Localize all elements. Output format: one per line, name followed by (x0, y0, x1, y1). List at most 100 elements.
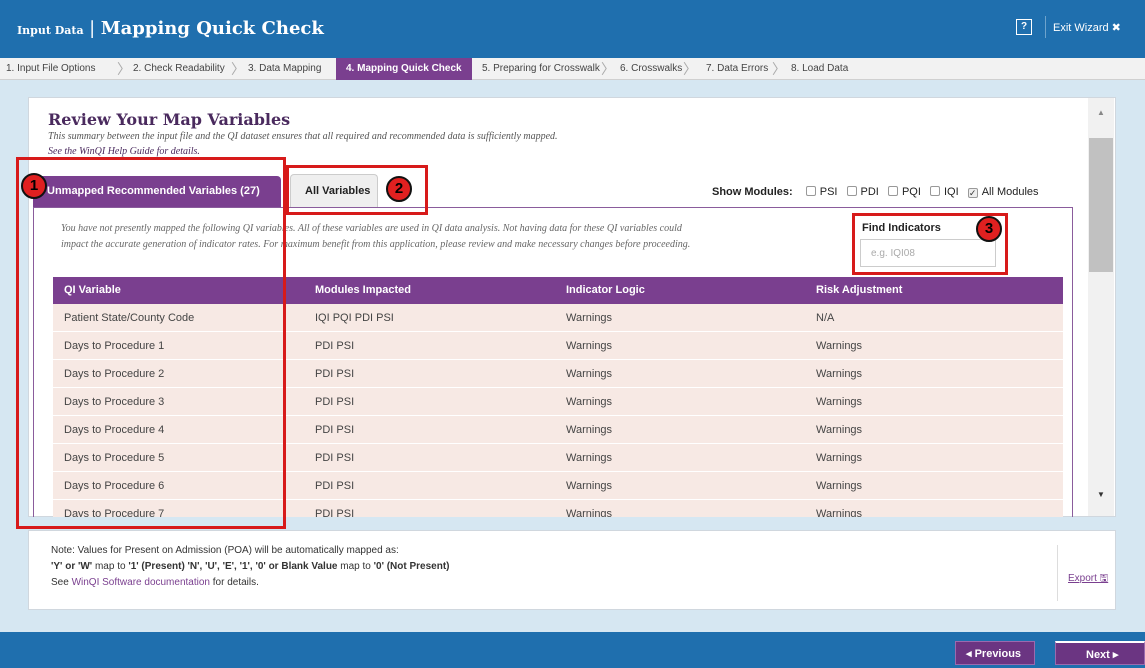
cell-qi-variable: Days to Procedure 5 (64, 452, 165, 464)
step-check-readability[interactable]: 2. Check Readability (133, 58, 225, 80)
annotation-badge-2: 2 (386, 176, 412, 202)
step-input-file-options[interactable]: 1. Input File Options (6, 58, 96, 80)
step-data-mapping[interactable]: 3. Data Mapping (248, 58, 321, 80)
table-row[interactable]: Days to Procedure 2 PDI PSI Warnings War… (53, 360, 1063, 388)
find-indicators-input[interactable] (860, 239, 996, 267)
cell-risk-adjustment: Warnings (816, 424, 863, 436)
page-title: Input Data | Mapping Quick Check (17, 18, 324, 39)
for-details-text: for details. (209, 577, 259, 588)
step-preparing-for-crosswalk[interactable]: 5. Preparing for Crosswalk (482, 58, 600, 80)
table-row[interactable]: Days to Procedure 7 PDI PSI Warnings War… (53, 500, 1063, 517)
column-header-qi-variable[interactable]: QI Variable (64, 277, 121, 304)
chevron-right-icon: 〉 (601, 61, 615, 77)
step-load-data[interactable]: 8. Load Data (791, 58, 848, 80)
cell-risk-adjustment: Warnings (816, 480, 863, 492)
previous-button[interactable]: ◂ Previous (955, 641, 1035, 665)
see-text: See (51, 577, 72, 588)
poa-present-values: '1' (Present) 'N', 'U', 'E', '1', '0' or… (128, 561, 338, 572)
notice-line-2: impact the accurate generation of indica… (61, 239, 691, 250)
chevron-right-icon: 〉 (231, 61, 245, 77)
cell-qi-variable: Days to Procedure 7 (64, 508, 165, 517)
scroll-up-icon[interactable]: ▲ (1097, 108, 1105, 117)
scroll-down-icon[interactable]: ▼ (1097, 490, 1105, 499)
table-row[interactable]: Days to Procedure 1 PDI PSI Warnings War… (53, 332, 1063, 360)
chevron-right-icon: 〉 (683, 61, 697, 77)
checkbox-iqi[interactable] (929, 186, 940, 196)
cell-qi-variable: Days to Procedure 4 (64, 424, 165, 436)
software-documentation-link[interactable]: WinQI Software documentation (72, 577, 210, 588)
checkbox-pdi[interactable] (846, 186, 857, 196)
poa-not-present-value: '0' (Not Present) (373, 561, 450, 572)
table-header: QI Variable Modules Impacted Indicator L… (53, 277, 1063, 304)
title-section: Input Data (17, 24, 84, 37)
cell-indicator-logic: Warnings (566, 312, 613, 324)
checkbox-pdi-label: PDI (860, 186, 879, 198)
note-divider (1057, 545, 1058, 601)
cell-risk-adjustment: Warnings (816, 368, 863, 380)
checkbox-psi[interactable] (805, 186, 816, 196)
exit-wizard-button[interactable]: Exit Wizard ✖ (1053, 21, 1121, 34)
table-row[interactable]: Days to Procedure 5 PDI PSI Warnings War… (53, 444, 1063, 472)
cell-modules: PDI PSI (315, 340, 355, 352)
table-row[interactable]: Days to Procedure 3 PDI PSI Warnings War… (53, 388, 1063, 416)
step-crosswalks[interactable]: 6. Crosswalks (620, 58, 682, 80)
poa-note-line-2: 'Y' or 'W' map to '1' (Present) 'N', 'U'… (51, 561, 450, 572)
find-indicators-label: Find Indicators (862, 222, 941, 234)
chevron-right-icon: 〉 (772, 61, 786, 77)
cell-modules: IQI PQI PDI PSI (315, 312, 394, 324)
title-separator: | (89, 18, 96, 39)
cell-risk-adjustment: Warnings (816, 452, 863, 464)
modules-label: Show Modules: (712, 186, 793, 198)
export-link[interactable]: Export 🖫 (1068, 571, 1108, 588)
poa-note-line-3: See WinQI Software documentation for det… (51, 577, 259, 588)
step-mapping-quick-check[interactable]: 4. Mapping Quick Check (336, 58, 472, 80)
cell-indicator-logic: Warnings (566, 424, 613, 436)
next-button[interactable]: Next ▸ (1055, 641, 1145, 665)
poa-y-w-values: 'Y' or 'W' (51, 561, 93, 572)
step-data-errors[interactable]: 7. Data Errors (706, 58, 768, 80)
help-guide-link[interactable]: See the WinQI Help Guide for details. (48, 146, 200, 157)
help-button[interactable]: ? (1016, 19, 1032, 35)
checkbox-all-modules[interactable]: ✓ (967, 188, 978, 198)
table-row[interactable]: Days to Procedure 6 PDI PSI Warnings War… (53, 472, 1063, 500)
table-row[interactable]: Patient State/County Code IQI PQI PDI PS… (53, 304, 1063, 332)
annotation-badge-1: 1 (21, 173, 47, 199)
cell-modules: PDI PSI (315, 368, 355, 380)
tab-all-variables[interactable]: All Variables (290, 174, 378, 207)
column-header-modules-impacted[interactable]: Modules Impacted (315, 277, 411, 304)
cell-risk-adjustment: Warnings (816, 340, 863, 352)
notice-line-1: You have not presently mapped the follow… (61, 223, 682, 234)
vertical-scrollbar[interactable]: ▲ ▼ (1088, 98, 1114, 516)
checkbox-pqi[interactable] (887, 186, 898, 196)
header-divider (1045, 16, 1046, 38)
column-header-indicator-logic[interactable]: Indicator Logic (566, 277, 645, 304)
cell-indicator-logic: Warnings (566, 452, 613, 464)
cell-indicator-logic: Warnings (566, 368, 613, 380)
cell-risk-adjustment: Warnings (816, 508, 863, 517)
title-main: Mapping Quick Check (100, 18, 324, 39)
checkbox-iqi-label: IQI (943, 186, 959, 198)
cell-indicator-logic: Warnings (566, 340, 613, 352)
poa-note-line-1: Note: Values for Present on Admission (P… (51, 545, 399, 556)
chevron-right-icon: 〉 (117, 61, 131, 77)
poa-map-to-text: map to (92, 561, 129, 572)
table-body: Patient State/County Code IQI PQI PDI PS… (53, 304, 1063, 517)
checkbox-pqi-label: PQI (901, 186, 921, 198)
cell-qi-variable: Patient State/County Code (64, 312, 195, 324)
table-row[interactable]: Days to Procedure 4 PDI PSI Warnings War… (53, 416, 1063, 444)
annotation-badge-3: 3 (976, 216, 1002, 242)
cell-modules: PDI PSI (315, 480, 355, 492)
review-heading: Review Your Map Variables (48, 110, 291, 129)
checkbox-psi-label: PSI (819, 186, 838, 198)
wizard-steps: 1. Input File Options 〉 2. Check Readabi… (0, 58, 1145, 80)
tab-unmapped-recommended[interactable]: Unmapped Recommended Variables (27) (33, 176, 281, 207)
scroll-thumb[interactable] (1089, 138, 1113, 272)
cell-indicator-logic: Warnings (566, 396, 613, 408)
cell-qi-variable: Days to Procedure 1 (64, 340, 165, 352)
cell-modules: PDI PSI (315, 424, 355, 436)
poa-map-to-text-2: map to (337, 561, 374, 572)
cell-risk-adjustment: N/A (816, 312, 835, 324)
column-header-risk-adjustment[interactable]: Risk Adjustment (816, 277, 902, 304)
cell-modules: PDI PSI (315, 452, 355, 464)
cell-modules: PDI PSI (315, 396, 355, 408)
